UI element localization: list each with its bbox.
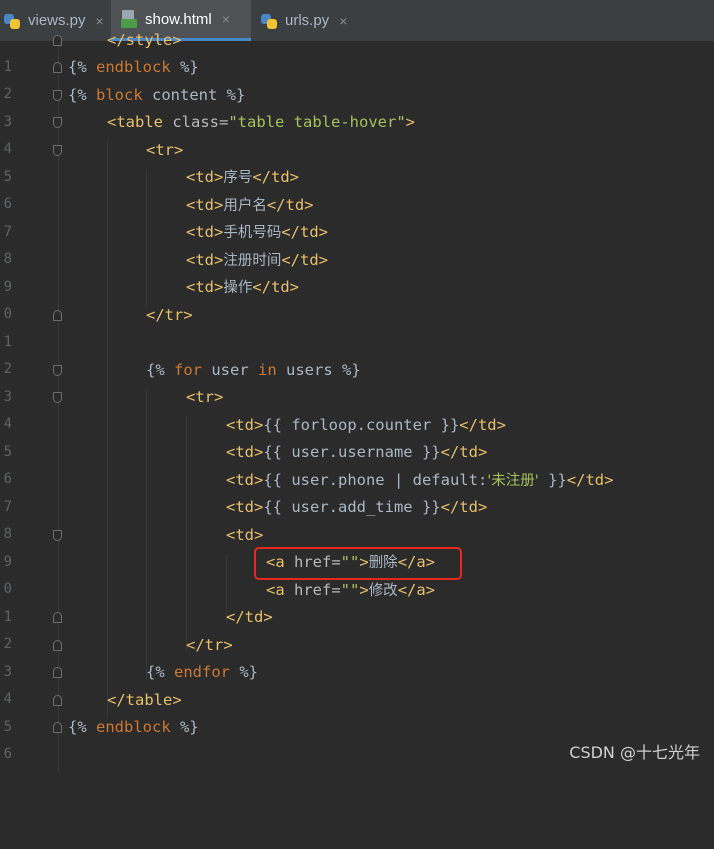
- fold-icon[interactable]: [53, 117, 62, 128]
- fold-icon[interactable]: [53, 695, 62, 706]
- html-file-icon: [121, 10, 139, 28]
- code-text: <td>{{ forloop.counter }}</td>: [226, 412, 506, 439]
- fold-icon[interactable]: [53, 35, 62, 46]
- code-text: {% block content %}: [68, 82, 245, 109]
- code-text: </tr>: [186, 632, 233, 659]
- code-line: 5 <td>{{ forloop.counter }}</td>: [0, 412, 714, 439]
- code-line: 9 <td>: [0, 522, 714, 549]
- fold-icon[interactable]: [53, 612, 62, 623]
- fold-icon[interactable]: [53, 640, 62, 651]
- code-line: 2 {% endblock %}: [0, 54, 714, 81]
- line-number: 6: [0, 741, 12, 768]
- code-text: </table>: [107, 687, 182, 714]
- code-line: 4 <table class="table table-hover">: [0, 109, 714, 136]
- code-text: </style>: [107, 27, 182, 54]
- code-line: 3 </tr>: [0, 632, 714, 659]
- fold-icon[interactable]: [53, 365, 62, 376]
- code-line: 4 {% endfor %}: [0, 659, 714, 686]
- code-text: <tr>: [186, 384, 223, 411]
- code-line: 2 </td>: [0, 604, 714, 631]
- fold-icon[interactable]: [53, 145, 62, 156]
- code-text: <td>: [226, 522, 263, 549]
- code-text: <td>注册时间</td>: [186, 247, 328, 275]
- code-text: </tr>: [146, 302, 193, 329]
- code-text: <td>操作</td>: [186, 274, 299, 302]
- code-text: <td>{{ user.username }}</td>: [226, 439, 487, 466]
- code-text: <tr>: [146, 137, 183, 164]
- code-line: 1 </tr>: [0, 302, 714, 329]
- code-line: 2: [0, 329, 714, 356]
- close-icon[interactable]: ×: [222, 11, 230, 27]
- code-line: 5 </table>: [0, 687, 714, 714]
- code-line: 1 </style>: [0, 27, 714, 54]
- fold-icon[interactable]: [53, 530, 62, 541]
- code-line: 6 {% endblock %}: [0, 714, 714, 741]
- fold-icon[interactable]: [53, 310, 62, 321]
- code-line: 7 <td>{{ user.phone | default:'未注册' }}</…: [0, 467, 714, 494]
- code-text: <a href="">修改</a>: [266, 577, 435, 605]
- fold-icon[interactable]: [53, 90, 62, 101]
- code-line: 3 {% for user in users %}: [0, 357, 714, 384]
- code-line: 8 <td>{{ user.add_time }}</td>: [0, 494, 714, 521]
- code-text: {% for user in users %}: [146, 357, 361, 384]
- fold-icon[interactable]: [53, 392, 62, 403]
- code-text: <td>{{ user.phone | default:'未注册' }}</td…: [226, 467, 613, 495]
- code-line: 4 <tr>: [0, 384, 714, 411]
- tab-label: show.html: [145, 11, 212, 28]
- code-line: 6 <td>{{ user.username }}</td>: [0, 439, 714, 466]
- code-line: 3 {% block content %}: [0, 82, 714, 109]
- code-text: <td>手机号码</td>: [186, 219, 328, 247]
- watermark: CSDN @十七光年: [569, 739, 700, 763]
- code-line: 6 <td>序号</td>: [0, 164, 714, 191]
- code-text: <table class="table table-hover">: [107, 109, 415, 136]
- code-text: <td>序号</td>: [186, 164, 299, 192]
- code-line: 9 <td>注册时间</td>: [0, 247, 714, 274]
- fold-icon[interactable]: [53, 667, 62, 678]
- code-text: <td>用户名</td>: [186, 192, 314, 220]
- fold-icon[interactable]: [53, 722, 62, 733]
- code-editor[interactable]: 1 </style> 2 {% endblock %} 3 {% block c…: [0, 41, 714, 771]
- code-line: 1 <a href="">修改</a>: [0, 577, 714, 604]
- code-text: {% endblock %}: [68, 714, 199, 741]
- code-text: {% endblock %}: [68, 54, 199, 81]
- code-line: 0 <td>操作</td>: [0, 274, 714, 301]
- code-line: 5 <tr>: [0, 137, 714, 164]
- code-text: </td>: [226, 604, 273, 631]
- code-text: <td>{{ user.add_time }}</td>: [226, 494, 487, 521]
- code-line: 8 <td>手机号码</td>: [0, 219, 714, 246]
- fold-icon[interactable]: [53, 62, 62, 73]
- code-line: 7 <td>用户名</td>: [0, 192, 714, 219]
- highlight-box: [254, 547, 462, 580]
- code-text: {% endfor %}: [146, 659, 258, 686]
